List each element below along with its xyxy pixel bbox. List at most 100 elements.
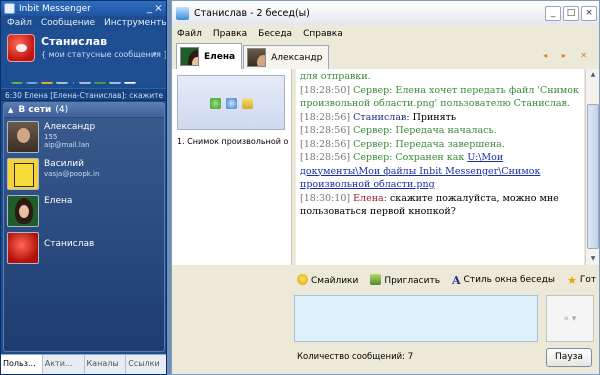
chat-menubar: Файл Правка Беседа Справка — [172, 25, 599, 43]
compose-toolbar: Смайлики Пригласить A Стиль окна беседы ★… — [172, 271, 599, 289]
contact-name: Елена — [44, 196, 73, 206]
log-sender: Сервер: — [353, 138, 393, 150]
chat-titlebar[interactable]: Станислав - 2 бесед(ы) _ □ × — [172, 1, 599, 25]
scroll-up-icon[interactable]: ▲ — [587, 69, 599, 81]
group-count: (4) — [55, 105, 69, 115]
message-count: Количество сообщений: 7 — [297, 352, 414, 362]
menu-conversation[interactable]: Беседа — [258, 29, 292, 39]
pause-button[interactable]: Пауза — [546, 348, 592, 367]
contact-detail: 155 — [44, 133, 58, 141]
menu-message[interactable]: Сообщение — [41, 18, 95, 28]
thumb-status-icon — [210, 98, 221, 109]
contact-email: vasja@poopk.in — [44, 170, 100, 178]
thumb-search-icon — [226, 98, 237, 109]
close-button[interactable]: × — [154, 3, 163, 15]
contact-item[interactable]: Станислав — [4, 229, 164, 266]
log-timestamp: [18:28:50] — [300, 84, 351, 96]
last-message-ticker[interactable]: 6:30 Елена [Елена-Станислав]: скажите ..… — [1, 88, 166, 101]
chat-style-button[interactable]: A Стиль окна беседы — [452, 274, 555, 287]
contact-item[interactable]: Василий vasja@poopk.in — [4, 155, 164, 192]
tab-avatar — [180, 47, 199, 66]
minimize-button[interactable]: _ — [545, 5, 561, 21]
app-icon — [4, 3, 15, 14]
log-timestamp: [18:28:56] — [300, 138, 351, 150]
log-line: [18:28:56] Сервер: Сохранен как U:\Мои д… — [300, 151, 581, 192]
log-line: [18:28:56] Сервер: Передача завершена. — [300, 138, 581, 152]
smileys-label: Смайлики — [311, 276, 359, 286]
tab-links[interactable]: Ссылки — [126, 355, 166, 374]
log-timestamp: [18:30:10] — [300, 192, 351, 204]
tab-channels[interactable]: Каналы — [85, 355, 127, 374]
status-bar: Количество сообщений: 7 Пауза — [172, 346, 599, 368]
chat-window: Станислав - 2 бесед(ы) _ □ × Файл Правка… — [171, 0, 600, 375]
scroll-thumb[interactable] — [587, 104, 599, 249]
tab-users[interactable]: Польз... — [1, 355, 43, 374]
scroll-down-icon[interactable]: ▼ — [587, 253, 599, 265]
own-avatar[interactable] — [7, 34, 35, 62]
log-timestamp: [18:28:56] — [300, 125, 351, 136]
smiley-icon — [297, 274, 308, 285]
menu-help[interactable]: Справка — [303, 29, 343, 39]
conversation-area: 1. Снимок произвольной о для отправки. [… — [172, 69, 599, 265]
invite-icon — [370, 274, 382, 285]
status-dropdown-icon[interactable]: ▾ — [153, 50, 157, 58]
maximize-button[interactable]: □ — [563, 5, 579, 21]
collapse-arrow-icon[interactable]: ▲ — [8, 106, 13, 114]
tab-label: Елена — [204, 51, 236, 62]
log-sender: Станислав: — [353, 111, 410, 123]
chat-window-icon — [176, 6, 189, 20]
log-text: Передача завершена. — [395, 138, 505, 150]
log-sender: Елена: — [353, 192, 387, 204]
invite-label: Пригласить — [384, 276, 440, 286]
log-sender: Сервер: — [353, 152, 393, 163]
message-input[interactable] — [294, 295, 538, 342]
file-caption[interactable]: 1. Снимок произвольной о — [177, 137, 288, 146]
minimize-button[interactable]: _ — [145, 3, 154, 15]
ready-button[interactable]: ★ Гот — [567, 274, 596, 287]
log-timestamp: [18:28:56] — [300, 111, 351, 123]
contact-item[interactable]: Александр 155 aip@mail.lan — [4, 118, 164, 155]
font-icon: A — [452, 273, 461, 287]
contact-email: aip@mail.lan — [44, 141, 90, 149]
ready-label: Гот — [579, 274, 597, 285]
log-text: Передача началась. — [395, 125, 497, 136]
log-sender: Сервер: — [353, 125, 393, 136]
contact-name: Александр — [44, 122, 96, 132]
log-line: [18:30:10] Елена: скажите пожалуйста, мо… — [300, 192, 581, 219]
group-label: В сети — [18, 105, 52, 115]
tab-activity[interactable]: Акти... — [43, 355, 85, 374]
log-sender: Сервер: — [353, 84, 393, 96]
tab-navigation[interactable]: ◂ ▸ ✕ — [543, 51, 593, 60]
menu-edit[interactable]: Правка — [213, 29, 247, 39]
tab-alexander[interactable]: Александр — [243, 45, 330, 69]
file-thumbnail[interactable] — [177, 75, 285, 130]
log-line: для отправки. — [300, 70, 581, 84]
close-button[interactable]: × — [581, 5, 597, 21]
log-line: [18:28:56] Сервер: Передача началась. — [300, 124, 581, 138]
group-header-online[interactable]: ▲ В сети (4) — [4, 103, 164, 118]
file-panel: 1. Снимок произвольной о — [172, 69, 292, 265]
contact-item[interactable]: Елена — [4, 192, 164, 229]
smileys-button[interactable]: Смайлики — [297, 274, 358, 286]
contact-list: ▲ В сети (4) Александр 155 aip@mail.lan … — [3, 102, 165, 352]
contact-avatar — [7, 195, 39, 227]
log-scrollbar[interactable]: ▲ ▼ — [585, 69, 599, 265]
thumb-message-icon — [242, 98, 253, 109]
tab-avatar — [247, 48, 267, 67]
contact-name: Василий — [44, 159, 84, 169]
menu-tools[interactable]: Инструменты — [104, 18, 166, 28]
invite-button[interactable]: Пригласить — [370, 274, 440, 286]
messenger-titlebar[interactable]: Inbit Messenger _ × — [1, 1, 166, 16]
contact-name: Станислав — [44, 239, 95, 249]
menu-file[interactable]: Файл — [177, 29, 202, 39]
log-line: [18:28:56] Станислав: Принять — [300, 111, 581, 125]
chat-style-label: Стиль окна беседы — [463, 274, 555, 285]
menu-file[interactable]: Файл — [7, 18, 32, 28]
tab-elena[interactable]: Елена — [176, 43, 243, 69]
message-log: для отправки. [18:28:50] Сервер: Елена х… — [296, 69, 584, 265]
contact-avatar — [7, 121, 39, 153]
messenger-title: Inbit Messenger — [19, 3, 91, 14]
send-button[interactable]: » ▾ — [546, 295, 594, 342]
star-icon: ★ — [566, 273, 577, 287]
status-message[interactable]: { мои статусные сообщения } — [41, 50, 166, 59]
